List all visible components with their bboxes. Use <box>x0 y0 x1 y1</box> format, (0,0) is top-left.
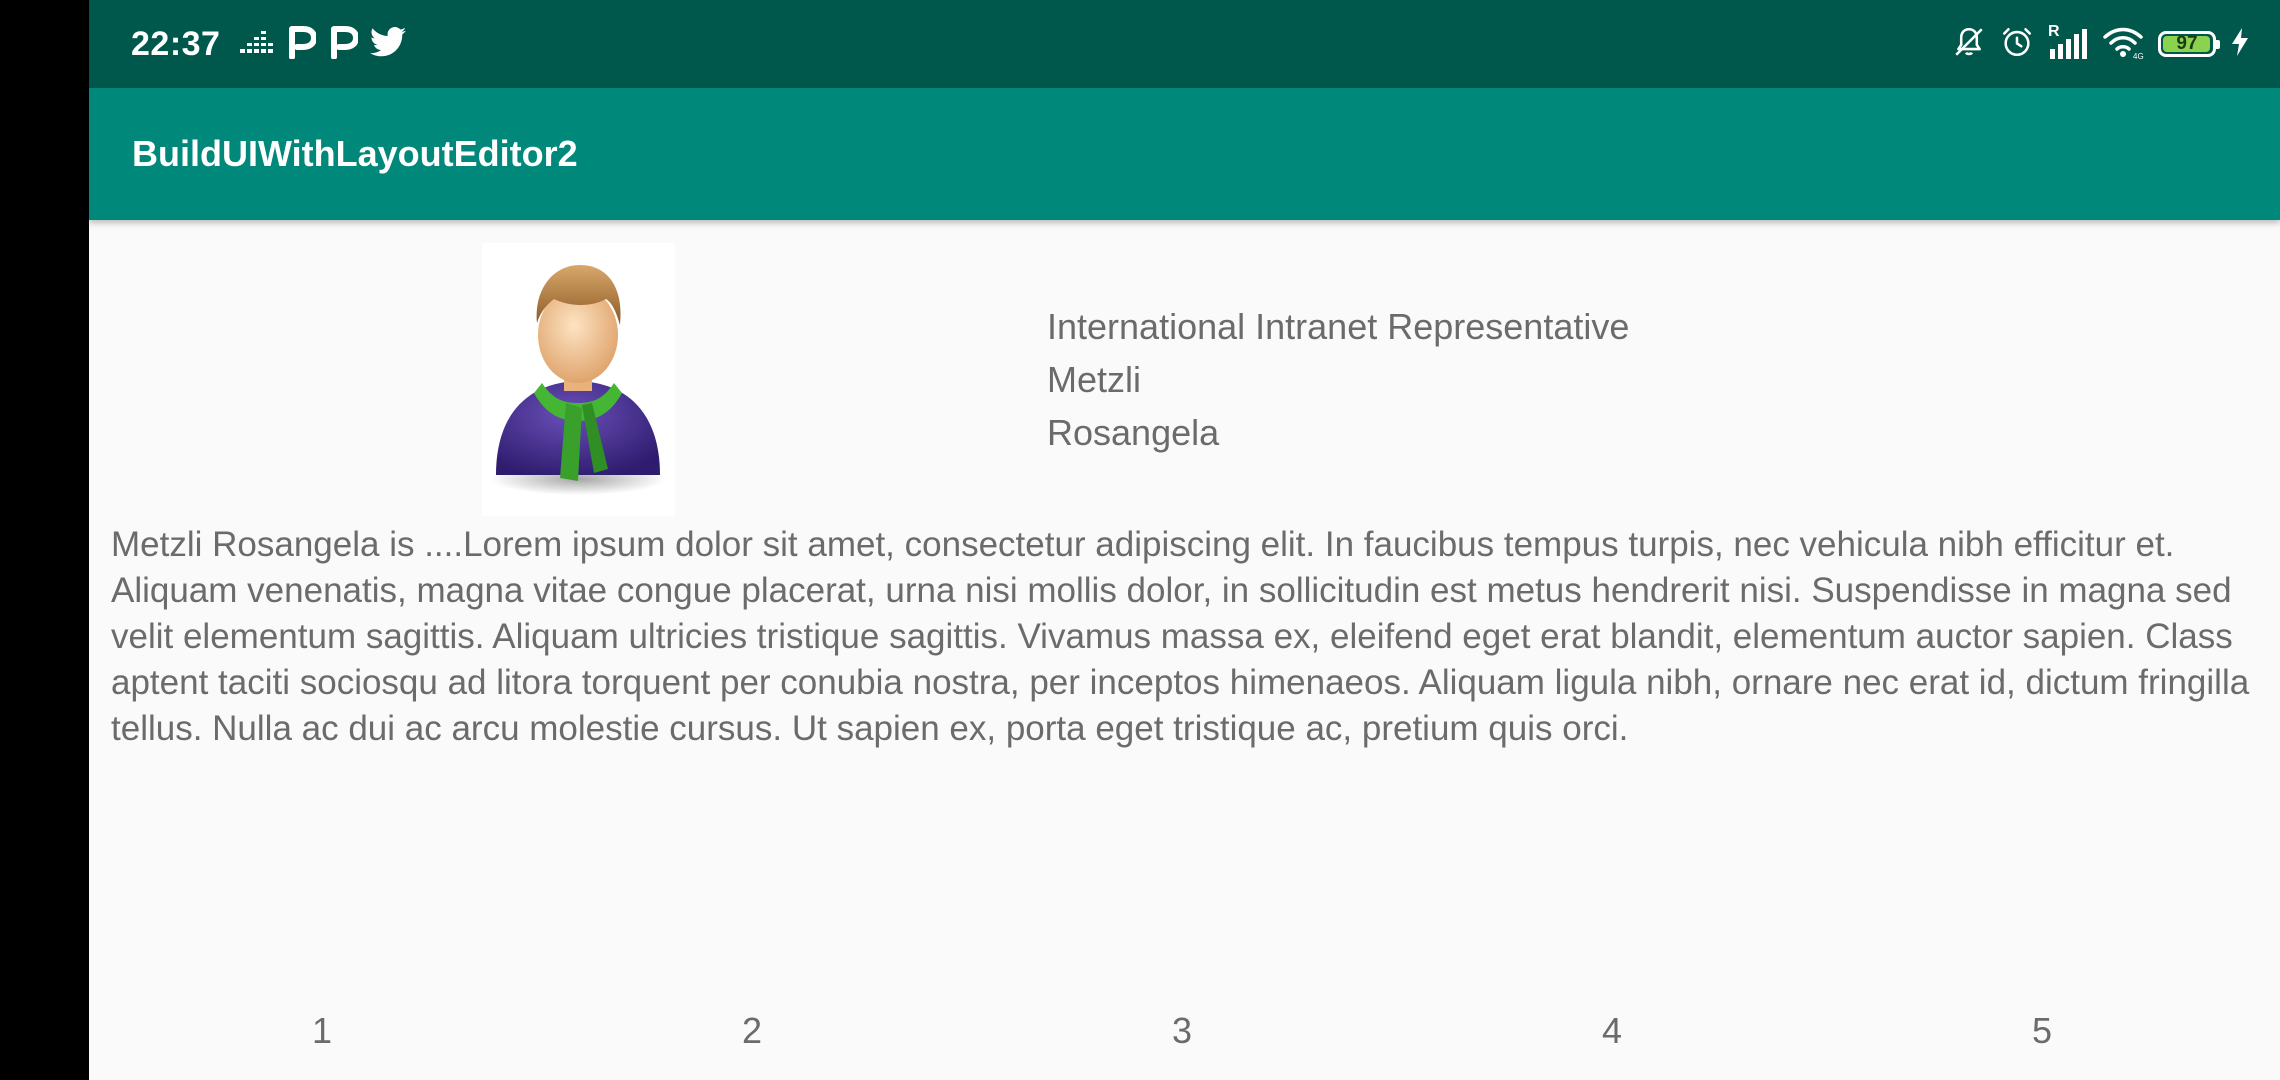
twitter-icon <box>370 26 407 62</box>
profile-job-title: International Intranet Representative <box>1047 306 1630 347</box>
equalizer-icon <box>240 29 274 60</box>
status-bar: 22:37 R 4G 97 <box>89 0 2280 88</box>
status-left-group: 22:37 <box>131 0 407 88</box>
battery-icon: 97 <box>2158 31 2220 57</box>
p-app-icon <box>286 25 318 64</box>
profile-first-name: Metzli <box>1047 359 1142 400</box>
number-button-4[interactable]: 4 <box>1582 1010 1642 1052</box>
number-button-5[interactable]: 5 <box>2012 1010 2072 1052</box>
app-bar: BuildUIWithLayoutEditor2 <box>89 88 2280 220</box>
svg-text:4G: 4G <box>2133 52 2144 59</box>
number-button-1[interactable]: 1 <box>292 1010 352 1052</box>
number-button-2[interactable]: 2 <box>722 1010 782 1052</box>
battery-tip <box>2216 40 2220 49</box>
status-right-group: R 4G 97 <box>1952 0 2250 88</box>
profile-info: International Intranet Representative Me… <box>1047 300 1629 459</box>
profile-avatar <box>482 243 675 516</box>
charging-icon <box>2230 27 2250 62</box>
battery-level: 97 <box>2176 33 2198 54</box>
bell-off-icon <box>1952 25 1986 64</box>
person-avatar-icon <box>490 265 666 495</box>
alarm-icon <box>2000 25 2034 64</box>
profile-description: Metzli Rosangela is ....Lorem ipsum dolo… <box>111 525 2250 748</box>
app-title: BuildUIWithLayoutEditor2 <box>132 133 578 174</box>
signal-icon: R <box>2048 23 2088 61</box>
number-button-3[interactable]: 3 <box>1152 1010 1212 1052</box>
bottom-number-row: 1 2 3 4 5 <box>89 1010 2280 1060</box>
wifi-icon: 4G <box>2102 25 2144 64</box>
profile-last-name: Rosangela <box>1047 412 1220 453</box>
status-time: 22:37 <box>131 24 221 63</box>
app-screen: 22:37 R 4G 97 BuildUIWithLayoutEditor2 I… <box>89 0 2280 1080</box>
p-app-icon <box>328 25 360 64</box>
